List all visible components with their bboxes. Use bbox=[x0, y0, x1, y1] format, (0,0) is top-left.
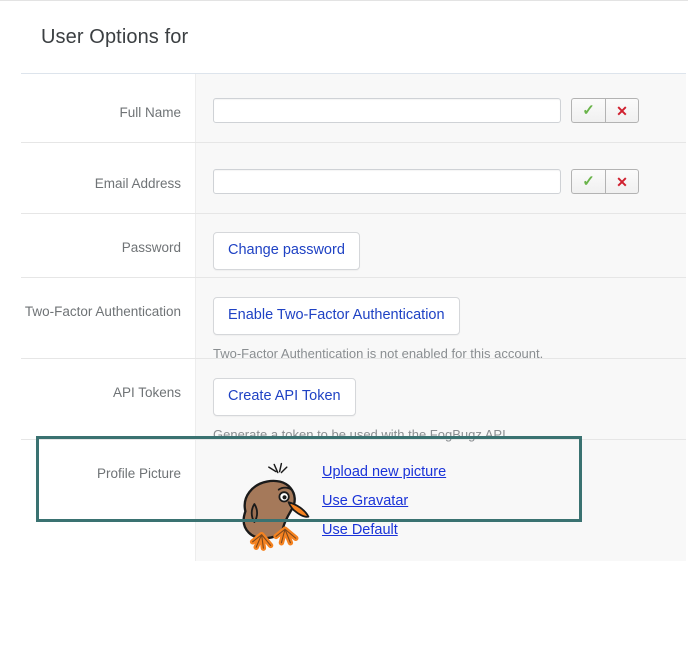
email-address-label: Email Address bbox=[94, 176, 181, 191]
form-row-two-factor-authentication: Two-Factor Authentication Enable Two-Fac… bbox=[21, 278, 686, 361]
email-address-label-cell: Email Address bbox=[21, 143, 196, 213]
email-address-accept-button[interactable]: ✓ bbox=[571, 169, 605, 194]
email-address-input-group: ✓ ✕ bbox=[213, 169, 686, 194]
page-header: User Options for bbox=[0, 1, 688, 73]
user-options-page: User Options for Full Name ✓ ✕ Email Add… bbox=[0, 0, 688, 659]
full-name-button-group: ✓ ✕ bbox=[571, 98, 639, 123]
upload-new-picture-link[interactable]: Upload new picture bbox=[322, 464, 446, 480]
full-name-label: Full Name bbox=[119, 105, 181, 120]
two-factor-content: Enable Two-Factor Authentication Two-Fac… bbox=[196, 278, 686, 361]
full-name-cancel-button[interactable]: ✕ bbox=[605, 98, 639, 123]
form-row-password: Password Change password bbox=[21, 214, 686, 278]
password-content: Change password bbox=[196, 214, 686, 277]
use-default-link[interactable]: Use Default bbox=[322, 522, 398, 538]
check-icon: ✓ bbox=[582, 102, 595, 119]
email-address-cancel-button[interactable]: ✕ bbox=[605, 169, 639, 194]
page-title: User Options for bbox=[41, 25, 189, 48]
full-name-label-cell: Full Name bbox=[21, 74, 196, 142]
form-row-full-name: Full Name ✓ ✕ bbox=[21, 74, 686, 143]
full-name-input-group: ✓ ✕ bbox=[213, 98, 686, 123]
two-factor-label-cell: Two-Factor Authentication bbox=[21, 278, 196, 358]
api-tokens-label-cell: API Tokens bbox=[21, 359, 196, 439]
full-name-content: ✓ ✕ bbox=[196, 74, 686, 142]
user-options-form: Full Name ✓ ✕ Email Address ✓ ✕ Password… bbox=[21, 73, 686, 561]
form-row-email-address: Email Address ✓ ✕ bbox=[21, 143, 686, 214]
form-row-profile-picture: Profile Picture Upload new picture Use G… bbox=[21, 440, 686, 561]
profile-picture-links: Upload new picture Use Gravatar Use Defa… bbox=[322, 464, 446, 538]
api-tokens-helper-text: Generate a token to be used with the Fog… bbox=[213, 426, 510, 442]
check-icon: ✓ bbox=[582, 173, 595, 190]
email-address-button-group: ✓ ✕ bbox=[571, 169, 639, 194]
password-label-cell: Password bbox=[21, 214, 196, 277]
two-factor-label: Two-Factor Authentication bbox=[24, 304, 181, 319]
create-api-token-button[interactable]: Create API Token bbox=[213, 378, 356, 416]
profile-picture-label-cell: Profile Picture bbox=[21, 440, 196, 561]
form-row-api-tokens: API Tokens Create API Token Generate a t… bbox=[21, 359, 686, 442]
password-label: Password bbox=[121, 240, 181, 255]
kiwi-bird-avatar bbox=[242, 462, 310, 551]
close-icon: ✕ bbox=[616, 102, 628, 119]
enable-two-factor-button[interactable]: Enable Two-Factor Authentication bbox=[213, 297, 460, 335]
full-name-accept-button[interactable]: ✓ bbox=[571, 98, 605, 123]
full-name-input[interactable] bbox=[213, 98, 561, 123]
profile-picture-label: Profile Picture bbox=[96, 466, 181, 481]
change-password-button[interactable]: Change password bbox=[213, 232, 360, 270]
email-address-input[interactable] bbox=[213, 169, 561, 194]
profile-picture-content: Upload new picture Use Gravatar Use Defa… bbox=[196, 440, 686, 561]
api-tokens-label: API Tokens bbox=[112, 385, 181, 400]
close-icon: ✕ bbox=[616, 173, 628, 190]
profile-picture-inner: Upload new picture Use Gravatar Use Defa… bbox=[213, 456, 686, 552]
api-tokens-content: Create API Token Generate a token to be … bbox=[196, 359, 686, 442]
email-address-content: ✓ ✕ bbox=[196, 143, 686, 213]
use-gravatar-link[interactable]: Use Gravatar bbox=[322, 493, 408, 509]
